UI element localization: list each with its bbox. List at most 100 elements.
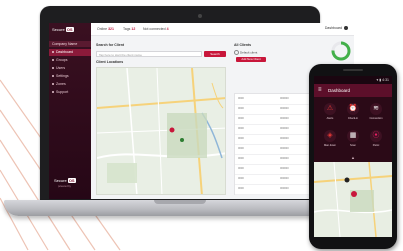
sidebar-item-label: Settings bbox=[56, 74, 69, 78]
sidebar-item-label: Support bbox=[56, 90, 69, 94]
tile-panic[interactable]: ⦿ Panic bbox=[366, 126, 386, 150]
topbar-tags[interactable]: Tags 12 bbox=[123, 27, 135, 31]
topbar-label: Online bbox=[97, 27, 108, 31]
topbar-label: Not connected bbox=[143, 27, 166, 31]
phone-page-title: Dashboard bbox=[328, 88, 351, 93]
sidebar-item-zones[interactable]: Zones bbox=[49, 81, 91, 88]
table-cell: 0000 bbox=[238, 107, 244, 110]
chevron-up-icon[interactable]: ▲ bbox=[350, 156, 356, 160]
menu-icon[interactable]: ≡ bbox=[318, 87, 322, 93]
map-pin-icon bbox=[344, 177, 350, 183]
table-cell: 0000 bbox=[238, 157, 244, 160]
sidebar-item-label: Users bbox=[56, 66, 66, 70]
map-pin-icon bbox=[351, 191, 357, 197]
tile-label: Connection bbox=[369, 117, 383, 120]
alarm-clock-icon: ⏰ bbox=[347, 103, 359, 115]
sidebar-item-label: Dashboard bbox=[56, 50, 74, 54]
table-cell: 000000 bbox=[280, 167, 289, 170]
table-cell: 000000 bbox=[280, 97, 289, 100]
table-cell: 000000 bbox=[280, 127, 289, 130]
tile-label: Scan bbox=[350, 144, 356, 147]
status-donut-chart bbox=[331, 41, 351, 61]
table-cell: 000000 bbox=[280, 157, 289, 160]
laptop-notch bbox=[154, 200, 206, 204]
gear-icon bbox=[52, 75, 54, 78]
user-menu-label: Dashboard bbox=[324, 26, 342, 30]
top-bar: Online 321 Tags 12 Not connected 4 Dashb… bbox=[91, 23, 354, 36]
client-map[interactable] bbox=[96, 67, 226, 195]
topbar-label: Tags bbox=[123, 27, 131, 31]
tile-man-down[interactable]: ◈ Man down bbox=[320, 126, 340, 150]
topbar-online[interactable]: Online 321 bbox=[97, 27, 114, 31]
client-search-panel: Search for Client Tap here to start the … bbox=[96, 40, 226, 195]
table-cell: 0000 bbox=[238, 127, 244, 130]
default-client-radio[interactable]: Default client bbox=[234, 50, 257, 55]
topbar-not-connected[interactable]: Not connected 4 bbox=[143, 27, 169, 31]
table-cell: 000000 bbox=[280, 117, 289, 120]
zone-icon bbox=[52, 83, 54, 86]
groups-icon bbox=[52, 59, 54, 62]
footer-logo: Secure OS bbox=[54, 178, 76, 183]
app-logo[interactable]: Secure OS bbox=[52, 27, 88, 35]
clients-label: All Clients bbox=[234, 43, 252, 47]
tile-scan[interactable]: ▦ Scan bbox=[343, 126, 363, 150]
sidebar: Secure OS Company Name Dashboard Groups … bbox=[49, 23, 91, 199]
tile-label: Man down bbox=[324, 144, 336, 147]
phone-map[interactable] bbox=[314, 162, 392, 237]
sidebar-item-users[interactable]: Users bbox=[49, 65, 91, 72]
sidebar-item-label: Groups bbox=[56, 58, 68, 62]
laptop-camera bbox=[198, 14, 202, 18]
search-input[interactable]: Tap here to start the client name bbox=[96, 51, 202, 57]
table-cell: 000000 bbox=[280, 107, 289, 110]
laptop-base bbox=[4, 200, 356, 216]
support-icon bbox=[52, 91, 54, 94]
sidebar-item-support[interactable]: Support bbox=[49, 89, 91, 96]
radio-icon bbox=[234, 50, 239, 55]
map-pin-icon bbox=[180, 138, 184, 142]
sidebar-item-label: Zones bbox=[56, 82, 66, 86]
table-cell: 0000 bbox=[238, 147, 244, 150]
map-label: Client Locations bbox=[96, 60, 124, 64]
logo-mark: OS bbox=[65, 27, 74, 32]
phone-status-bar: ▾ ▮ 4:31 bbox=[314, 76, 392, 84]
qr-code-icon: ▦ bbox=[347, 130, 359, 142]
search-label: Search for Client bbox=[96, 43, 125, 47]
footer-subtext: powered by bbox=[58, 185, 71, 188]
panic-button-icon: ⦿ bbox=[370, 130, 382, 142]
table-cell: 000000 bbox=[280, 177, 289, 180]
avatar bbox=[344, 26, 348, 31]
table-cell: 0000 bbox=[238, 167, 244, 170]
topbar-count: 12 bbox=[131, 27, 136, 31]
phone-tile-grid: ⚠ Alerts ⏰ Check-in ≋ Connection ◈ Man down ▦ Sca… bbox=[314, 97, 392, 153]
tile-label: Alerts bbox=[326, 117, 334, 120]
table-cell: 000000 bbox=[280, 137, 289, 140]
user-menu[interactable]: Dashboard bbox=[324, 26, 348, 31]
table-cell: 000000 bbox=[280, 147, 289, 150]
tile-label: Panic bbox=[372, 144, 380, 147]
sidebar-item-dashboard[interactable]: Dashboard bbox=[49, 49, 91, 56]
phone-map-graphic bbox=[314, 162, 392, 237]
add-client-button[interactable]: Add New Client bbox=[236, 57, 266, 62]
topbar-count: 321 bbox=[108, 27, 114, 31]
sidebar-item-groups[interactable]: Groups bbox=[49, 57, 91, 64]
logo-text: Secure bbox=[52, 27, 65, 32]
map-pin-icon bbox=[169, 127, 175, 133]
table-cell: 000000 bbox=[280, 187, 289, 190]
phone-screen: ▾ ▮ 4:31 ≡ Dashboard ⚠ Alerts ⏰ Check-in ≋ Co… bbox=[314, 76, 392, 237]
tile-label: Check-in bbox=[347, 117, 359, 120]
map-graphic bbox=[97, 68, 225, 194]
table-cell: 0000 bbox=[238, 97, 244, 100]
tile-check-in[interactable]: ⏰ Check-in bbox=[343, 99, 363, 123]
table-cell: 0000 bbox=[238, 137, 244, 140]
sidebar-item-settings[interactable]: Settings bbox=[49, 73, 91, 80]
table-cell: 0000 bbox=[238, 177, 244, 180]
topbar-count: 4 bbox=[166, 27, 169, 31]
tile-alerts[interactable]: ⚠ Alerts bbox=[320, 99, 340, 123]
phone-app-bar: ≡ Dashboard bbox=[314, 84, 392, 97]
tile-connection[interactable]: ≋ Connection bbox=[366, 99, 386, 123]
search-button[interactable]: Search bbox=[204, 51, 226, 57]
footer-logo-text: Secure bbox=[54, 178, 67, 183]
alert-triangle-icon: ⚠ bbox=[324, 103, 336, 115]
table-cell: 0000 bbox=[238, 187, 244, 190]
sidebar-section-label: Company Name bbox=[49, 41, 91, 47]
